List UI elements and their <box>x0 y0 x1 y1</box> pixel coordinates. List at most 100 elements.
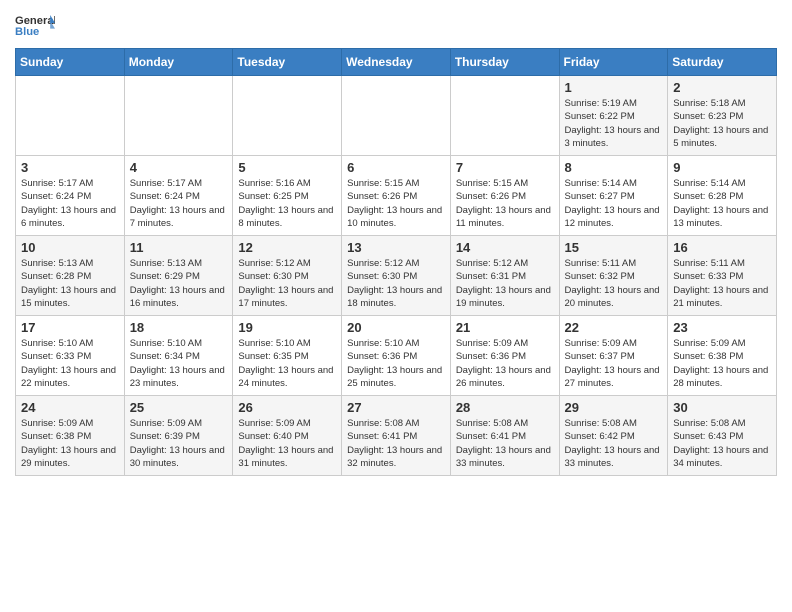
day-info: Sunrise: 5:11 AM Sunset: 6:32 PM Dayligh… <box>565 257 663 310</box>
day-number: 19 <box>238 320 336 335</box>
day-info: Sunrise: 5:08 AM Sunset: 6:42 PM Dayligh… <box>565 417 663 470</box>
day-info: Sunrise: 5:17 AM Sunset: 6:24 PM Dayligh… <box>21 177 119 230</box>
calendar-day-cell: 17Sunrise: 5:10 AM Sunset: 6:33 PM Dayli… <box>16 316 125 396</box>
day-info: Sunrise: 5:08 AM Sunset: 6:41 PM Dayligh… <box>456 417 554 470</box>
calendar-day-cell: 26 Sunrise: 5:09 AM Sunset: 6:40 PM Dayli… <box>233 396 342 476</box>
day-of-week-header: Tuesday <box>233 49 342 76</box>
calendar-week-row: 24 Sunrise: 5:09 AM Sunset: 6:38 PM Dayli… <box>16 396 777 476</box>
calendar-week-row: 3 Sunrise: 5:17 AM Sunset: 6:24 PM Daylig… <box>16 156 777 236</box>
calendar-day-cell: 5 Sunrise: 5:16 AM Sunset: 6:25 PM Daylig… <box>233 156 342 236</box>
calendar-day-cell: 30 Sunrise: 5:08 AM Sunset: 6:43 PM Dayli… <box>668 396 777 476</box>
day-info: Sunrise: 5:09 AM Sunset: 6:39 PM Dayligh… <box>130 417 228 470</box>
day-info: Sunrise: 5:10 AM Sunset: 6:36 PM Dayligh… <box>347 337 445 390</box>
day-info: Sunrise: 5:10 AM Sunset: 6:35 PM Dayligh… <box>238 337 336 390</box>
day-info: Sunrise: 5:09 AM Sunset: 6:38 PM Dayligh… <box>21 417 119 470</box>
calendar-day-cell <box>450 76 559 156</box>
day-number: 1 <box>565 80 663 95</box>
calendar-body: 1 Sunrise: 5:19 AM Sunset: 6:22 PM Daylig… <box>16 76 777 476</box>
day-number: 21 <box>456 320 554 335</box>
calendar-day-cell: 25 Sunrise: 5:09 AM Sunset: 6:39 PM Dayli… <box>124 396 233 476</box>
day-number: 30 <box>673 400 771 415</box>
calendar-day-cell: 1 Sunrise: 5:19 AM Sunset: 6:22 PM Daylig… <box>559 76 668 156</box>
calendar-table: SundayMondayTuesdayWednesdayThursdayFrid… <box>15 48 777 476</box>
day-info: Sunrise: 5:12 AM Sunset: 6:30 PM Dayligh… <box>347 257 445 310</box>
calendar-day-cell: 23 Sunrise: 5:09 AM Sunset: 6:38 PM Dayli… <box>668 316 777 396</box>
day-info: Sunrise: 5:17 AM Sunset: 6:24 PM Dayligh… <box>130 177 228 230</box>
day-info: Sunrise: 5:09 AM Sunset: 6:40 PM Dayligh… <box>238 417 336 470</box>
day-number: 29 <box>565 400 663 415</box>
calendar-day-cell: 21 Sunrise: 5:09 AM Sunset: 6:36 PM Dayli… <box>450 316 559 396</box>
day-number: 7 <box>456 160 554 175</box>
calendar-day-cell: 2 Sunrise: 5:18 AM Sunset: 6:23 PM Daylig… <box>668 76 777 156</box>
calendar-day-cell: 15 Sunrise: 5:11 AM Sunset: 6:32 PM Dayli… <box>559 236 668 316</box>
day-number: 23 <box>673 320 771 335</box>
calendar-day-cell <box>342 76 451 156</box>
day-info: Sunrise: 5:15 AM Sunset: 6:26 PM Dayligh… <box>347 177 445 230</box>
page-header: General Blue <box>15 10 777 40</box>
calendar-day-cell: 20 Sunrise: 5:10 AM Sunset: 6:36 PM Dayli… <box>342 316 451 396</box>
day-number: 11 <box>130 240 228 255</box>
day-number: 18 <box>130 320 228 335</box>
day-number: 27 <box>347 400 445 415</box>
day-of-week-header: Wednesday <box>342 49 451 76</box>
day-number: 15 <box>565 240 663 255</box>
day-number: 13 <box>347 240 445 255</box>
calendar-day-cell <box>124 76 233 156</box>
day-number: 9 <box>673 160 771 175</box>
day-number: 20 <box>347 320 445 335</box>
day-number: 28 <box>456 400 554 415</box>
day-info: Sunrise: 5:09 AM Sunset: 6:38 PM Dayligh… <box>673 337 771 390</box>
day-info: Sunrise: 5:16 AM Sunset: 6:25 PM Dayligh… <box>238 177 336 230</box>
day-number: 25 <box>130 400 228 415</box>
day-number: 8 <box>565 160 663 175</box>
day-number: 16 <box>673 240 771 255</box>
day-info: Sunrise: 5:10 AM Sunset: 6:34 PM Dayligh… <box>130 337 228 390</box>
calendar-day-cell: 11 Sunrise: 5:13 AM Sunset: 6:29 PM Dayli… <box>124 236 233 316</box>
calendar-day-cell: 9 Sunrise: 5:14 AM Sunset: 6:28 PM Daylig… <box>668 156 777 236</box>
calendar-week-row: 17Sunrise: 5:10 AM Sunset: 6:33 PM Dayli… <box>16 316 777 396</box>
day-of-week-header: Sunday <box>16 49 125 76</box>
day-number: 24 <box>21 400 119 415</box>
svg-text:General: General <box>15 15 55 27</box>
logo-icon: General Blue <box>15 10 55 40</box>
calendar-day-cell: 8Sunrise: 5:14 AM Sunset: 6:27 PM Daylig… <box>559 156 668 236</box>
day-info: Sunrise: 5:19 AM Sunset: 6:22 PM Dayligh… <box>565 97 663 150</box>
calendar-day-cell <box>16 76 125 156</box>
day-info: Sunrise: 5:14 AM Sunset: 6:28 PM Dayligh… <box>673 177 771 230</box>
calendar-header: SundayMondayTuesdayWednesdayThursdayFrid… <box>16 49 777 76</box>
day-info: Sunrise: 5:09 AM Sunset: 6:36 PM Dayligh… <box>456 337 554 390</box>
day-number: 5 <box>238 160 336 175</box>
day-number: 14 <box>456 240 554 255</box>
day-of-week-header: Thursday <box>450 49 559 76</box>
calendar-week-row: 10 Sunrise: 5:13 AM Sunset: 6:28 PM Dayli… <box>16 236 777 316</box>
calendar-day-cell: 18 Sunrise: 5:10 AM Sunset: 6:34 PM Dayli… <box>124 316 233 396</box>
svg-text:Blue: Blue <box>15 26 39 38</box>
day-of-week-header: Monday <box>124 49 233 76</box>
day-info: Sunrise: 5:08 AM Sunset: 6:43 PM Dayligh… <box>673 417 771 470</box>
day-number: 12 <box>238 240 336 255</box>
day-info: Sunrise: 5:13 AM Sunset: 6:28 PM Dayligh… <box>21 257 119 310</box>
calendar-day-cell: 6Sunrise: 5:15 AM Sunset: 6:26 PM Daylig… <box>342 156 451 236</box>
calendar-day-cell: 24 Sunrise: 5:09 AM Sunset: 6:38 PM Dayli… <box>16 396 125 476</box>
calendar-day-cell: 13 Sunrise: 5:12 AM Sunset: 6:30 PM Dayli… <box>342 236 451 316</box>
day-info: Sunrise: 5:10 AM Sunset: 6:33 PM Dayligh… <box>21 337 119 390</box>
day-number: 10 <box>21 240 119 255</box>
logo: General Blue <box>15 10 55 40</box>
day-info: Sunrise: 5:13 AM Sunset: 6:29 PM Dayligh… <box>130 257 228 310</box>
day-number: 2 <box>673 80 771 95</box>
day-number: 4 <box>130 160 228 175</box>
calendar-day-cell: 16 Sunrise: 5:11 AM Sunset: 6:33 PM Dayli… <box>668 236 777 316</box>
day-number: 3 <box>21 160 119 175</box>
day-number: 26 <box>238 400 336 415</box>
calendar-day-cell: 10 Sunrise: 5:13 AM Sunset: 6:28 PM Dayli… <box>16 236 125 316</box>
day-number: 22 <box>565 320 663 335</box>
day-info: Sunrise: 5:11 AM Sunset: 6:33 PM Dayligh… <box>673 257 771 310</box>
day-info: Sunrise: 5:15 AM Sunset: 6:26 PM Dayligh… <box>456 177 554 230</box>
day-of-week-header: Friday <box>559 49 668 76</box>
day-info: Sunrise: 5:09 AM Sunset: 6:37 PM Dayligh… <box>565 337 663 390</box>
day-info: Sunrise: 5:18 AM Sunset: 6:23 PM Dayligh… <box>673 97 771 150</box>
calendar-day-cell: 22 Sunrise: 5:09 AM Sunset: 6:37 PM Dayli… <box>559 316 668 396</box>
calendar-day-cell: 28 Sunrise: 5:08 AM Sunset: 6:41 PM Dayli… <box>450 396 559 476</box>
calendar-day-cell <box>233 76 342 156</box>
calendar-day-cell: 4 Sunrise: 5:17 AM Sunset: 6:24 PM Daylig… <box>124 156 233 236</box>
